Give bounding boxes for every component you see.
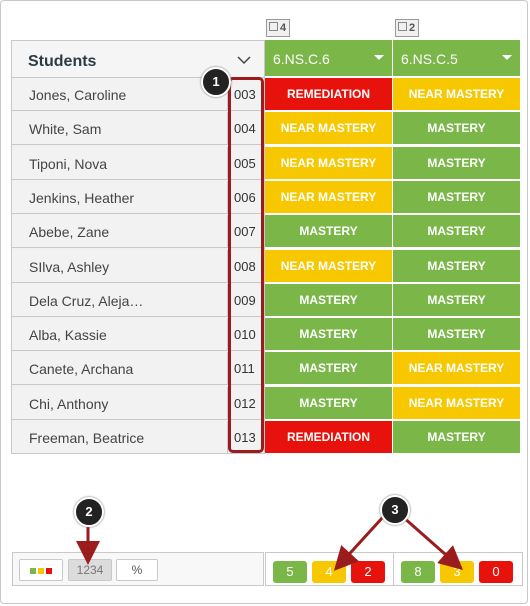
- student-row[interactable]: Alba, Kassie 010: [12, 318, 264, 351]
- score-cell[interactable]: MASTERY: [265, 215, 393, 248]
- remediation-count: 0: [479, 561, 513, 583]
- student-row[interactable]: Jenkins, Heather 006: [12, 181, 264, 214]
- student-name[interactable]: Jones, Caroline: [29, 87, 126, 103]
- chevron-down-icon[interactable]: [237, 53, 251, 67]
- score-cell[interactable]: MASTERY: [393, 112, 521, 145]
- score-cell[interactable]: MASTERY: [265, 352, 393, 385]
- score-cell[interactable]: MASTERY: [393, 250, 521, 283]
- score-cell[interactable]: MASTERY: [393, 318, 521, 351]
- student-row[interactable]: Abebe, Zane 007: [12, 215, 264, 248]
- student-row[interactable]: Canete, Archana 011: [12, 352, 264, 385]
- swatch-green-icon: [30, 568, 36, 574]
- standard-header-2[interactable]: 6.NS.C.5: [393, 40, 521, 76]
- student-name[interactable]: Alba, Kassie: [29, 327, 107, 343]
- standard-header-1[interactable]: 6.NS.C.6: [265, 40, 393, 76]
- student-name[interactable]: SIlva, Ashley: [29, 259, 109, 275]
- number-view-button[interactable]: 1234: [68, 559, 112, 581]
- student-row[interactable]: Tiponi, Nova 005: [12, 147, 264, 180]
- student-name[interactable]: Dela Cruz, Aleja…: [29, 293, 143, 309]
- near-mastery-count: 3: [440, 561, 474, 583]
- score-cell[interactable]: MASTERY: [393, 215, 521, 248]
- score-cell[interactable]: NEAR MASTERY: [393, 387, 521, 420]
- swatch-yellow-icon: [38, 568, 44, 574]
- student-row[interactable]: Freeman, Beatrice 013: [12, 421, 264, 454]
- score-cell[interactable]: MASTERY: [265, 318, 393, 351]
- score-cell[interactable]: MASTERY: [265, 387, 393, 420]
- student-name[interactable]: White, Sam: [29, 121, 101, 137]
- student-row[interactable]: Chi, Anthony 012: [12, 387, 264, 420]
- student-name[interactable]: Canete, Archana: [29, 361, 133, 377]
- score-cell[interactable]: REMEDIATION: [265, 78, 393, 111]
- score-cell[interactable]: MASTERY: [393, 181, 521, 214]
- students-title: Students: [28, 53, 97, 70]
- score-cell[interactable]: MASTERY: [393, 284, 521, 317]
- mastery-count: 8: [401, 561, 435, 583]
- score-cell[interactable]: NEAR MASTERY: [265, 250, 393, 283]
- checkbox-icon: [398, 22, 407, 31]
- callout-marker-1: 1: [201, 67, 231, 97]
- remediation-count: 2: [351, 561, 385, 583]
- student-row[interactable]: Dela Cruz, Aleja… 009: [12, 284, 264, 317]
- column-count-badge: 2: [395, 19, 420, 37]
- score-cell[interactable]: MASTERY: [393, 147, 521, 180]
- totals-divider: [393, 552, 394, 586]
- score-cell[interactable]: NEAR MASTERY: [393, 352, 521, 385]
- score-cell[interactable]: NEAR MASTERY: [265, 112, 393, 145]
- score-cell[interactable]: MASTERY: [393, 421, 521, 454]
- student-name[interactable]: Freeman, Beatrice: [29, 430, 144, 446]
- mastery-count: 5: [273, 561, 307, 583]
- score-cell[interactable]: NEAR MASTERY: [265, 147, 393, 180]
- score-cell[interactable]: NEAR MASTERY: [393, 78, 521, 111]
- percent-view-button[interactable]: %: [116, 559, 158, 581]
- score-cell[interactable]: MASTERY: [265, 284, 393, 317]
- student-name[interactable]: Jenkins, Heather: [29, 190, 134, 206]
- color-view-button[interactable]: [19, 559, 63, 581]
- score-cell[interactable]: REMEDIATION: [265, 421, 393, 454]
- student-id-highlight: [228, 77, 264, 453]
- dropdown-caret-icon[interactable]: [374, 55, 384, 60]
- student-name[interactable]: Abebe, Zane: [29, 224, 109, 240]
- student-name[interactable]: Chi, Anthony: [29, 396, 108, 412]
- display-toggle-bar: 1234 %: [12, 552, 264, 586]
- student-row[interactable]: SIlva, Ashley 008: [12, 250, 264, 283]
- dropdown-caret-icon[interactable]: [502, 55, 512, 60]
- score-cell[interactable]: NEAR MASTERY: [265, 181, 393, 214]
- callout-marker-2: 2: [74, 497, 104, 527]
- near-mastery-count: 4: [312, 561, 346, 583]
- swatch-red-icon: [46, 568, 52, 574]
- column-count-badge: 4: [266, 19, 291, 37]
- student-name[interactable]: Tiponi, Nova: [29, 156, 107, 172]
- callout-marker-3: 3: [380, 495, 410, 525]
- student-row[interactable]: White, Sam 004: [12, 112, 264, 145]
- checkbox-icon: [269, 22, 278, 31]
